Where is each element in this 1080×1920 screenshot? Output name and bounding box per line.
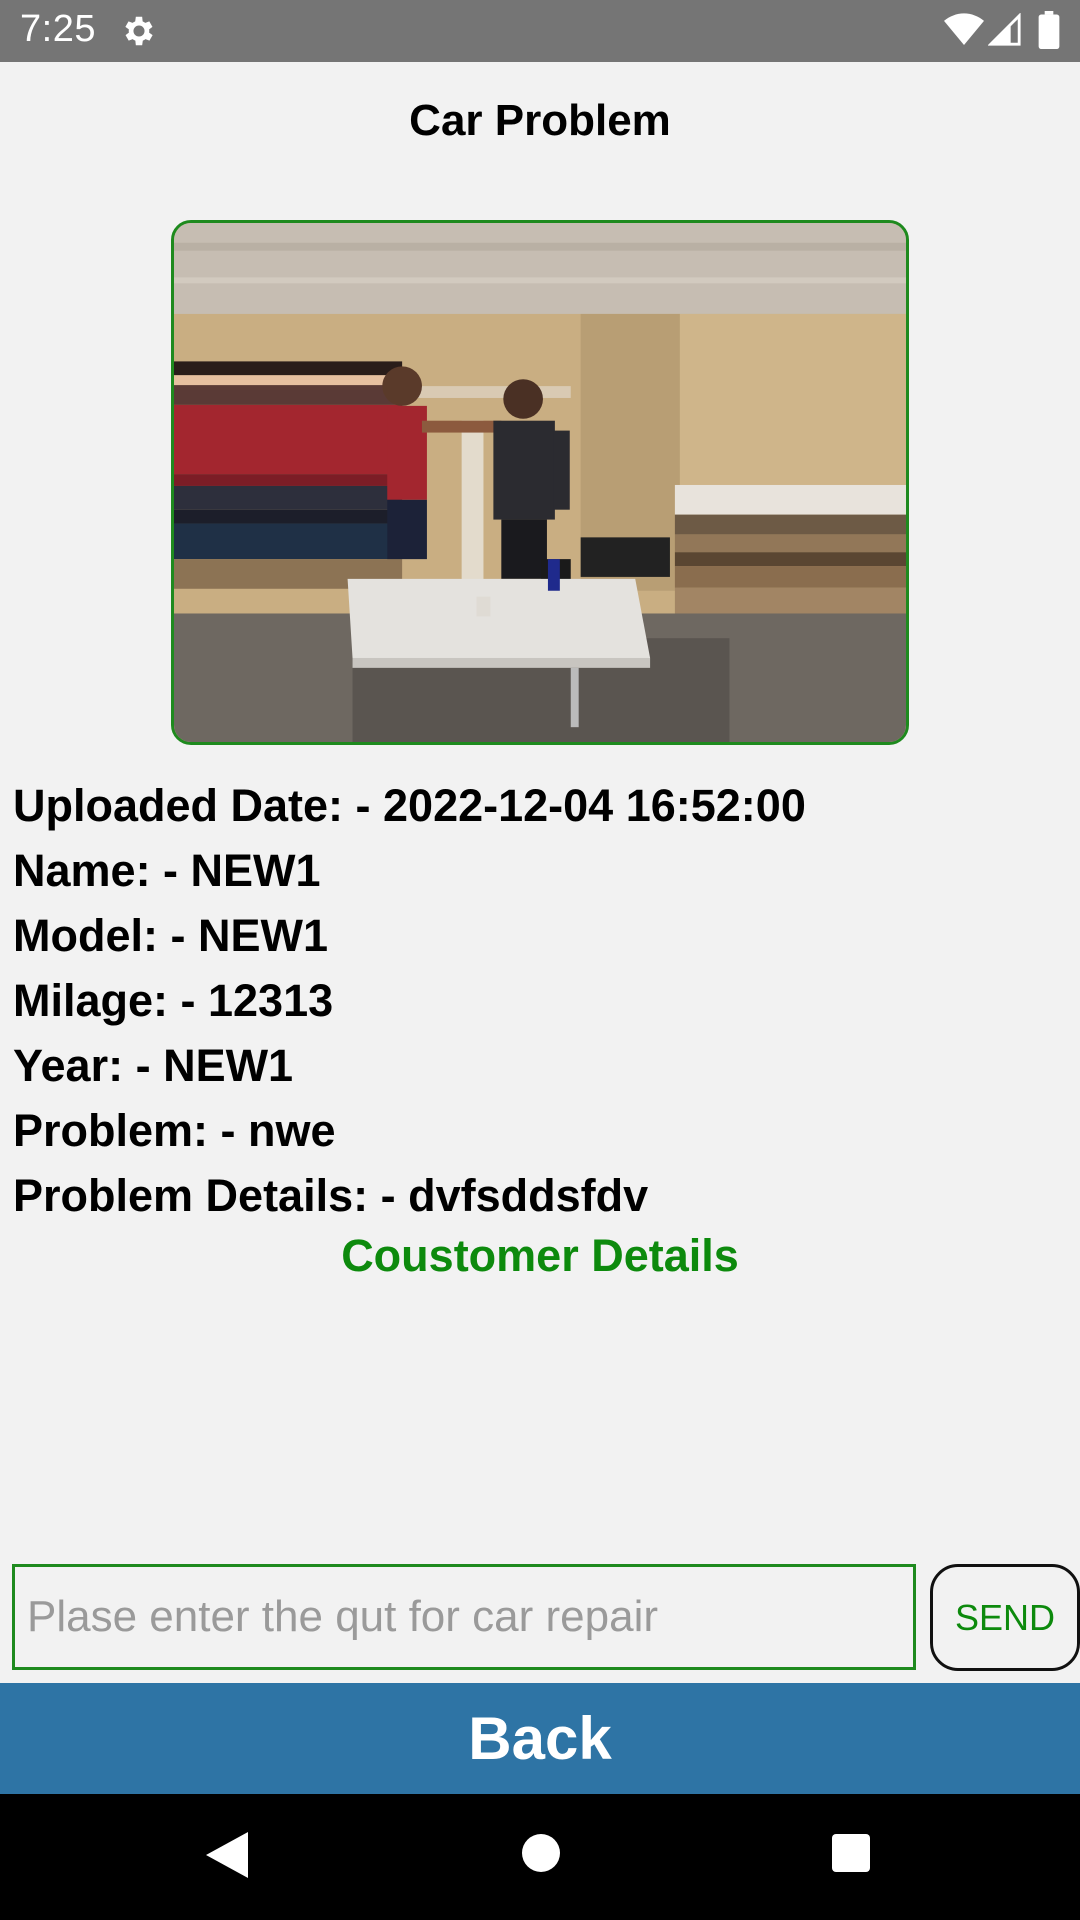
detail-model: Model: - NEW1 (13, 910, 328, 961)
signal-icon (988, 13, 1021, 46)
battery-icon (1038, 11, 1060, 49)
status-time: 7:25 (20, 8, 96, 50)
detail-year: Year: - NEW1 (13, 1040, 294, 1091)
detail-problem-details: Problem Details: - dvfsddsfdv (13, 1170, 649, 1221)
gear-icon (125, 16, 153, 46)
detail-milage: Milage: - 12313 (13, 975, 334, 1026)
detail-name: Name: - NEW1 (13, 845, 321, 896)
detail-uploaded-date: Uploaded Date: - 2022-12-04 16:52:00 (13, 780, 806, 831)
detail-problem: Problem: - nwe (13, 1105, 336, 1156)
back-triangle-icon[interactable] (204, 1830, 250, 1880)
home-circle-icon[interactable] (520, 1832, 562, 1874)
screen: 7:25 Car Problem Uploaded Date: - 2022-1… (0, 0, 1080, 1920)
wifi-icon (944, 13, 984, 46)
recents-square-icon[interactable] (831, 1832, 871, 1874)
problem-details: Uploaded Date: - 2022-12-04 16:52:00 Nam… (13, 776, 1067, 1231)
back-button[interactable]: Back (0, 1683, 1080, 1794)
page-title: Car Problem (409, 96, 671, 145)
car-problem-photo (171, 220, 909, 745)
system-nav-bar (0, 1794, 1080, 1920)
status-bar: 7:25 (0, 0, 1080, 62)
customer-details-link[interactable]: Coustomer Details (0, 1230, 1080, 1282)
send-button[interactable]: SEND (930, 1564, 1080, 1671)
quote-input[interactable] (12, 1564, 916, 1670)
